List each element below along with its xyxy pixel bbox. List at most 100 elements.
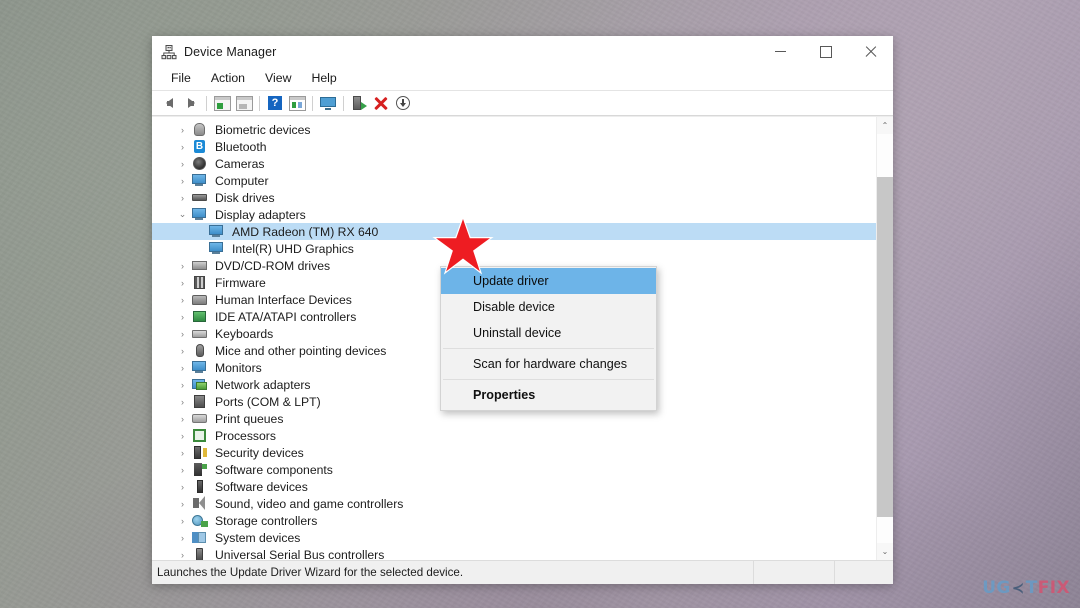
- help-button[interactable]: ?: [264, 93, 286, 114]
- chevron-right-icon[interactable]: ›: [174, 278, 191, 288]
- tree-node-label: Computer: [215, 173, 269, 188]
- tree-node[interactable]: Intel(R) UHD Graphics: [152, 240, 876, 257]
- toolbar: ?: [152, 91, 893, 116]
- context-menu-item[interactable]: Uninstall device: [441, 320, 656, 346]
- scrollbar-track[interactable]: [877, 134, 893, 543]
- show-hide-console-tree-button[interactable]: [211, 93, 233, 114]
- port-icon: [191, 394, 208, 409]
- context-menu-item[interactable]: Properties: [441, 382, 656, 408]
- window-title: Device Manager: [184, 44, 277, 59]
- tree-node[interactable]: › Sound, video and game controllers: [152, 495, 876, 512]
- context-menu-item[interactable]: Disable device: [441, 294, 656, 320]
- camera-icon: [191, 156, 208, 171]
- tree-node[interactable]: › B Bluetooth: [152, 138, 876, 155]
- status-bar: Launches the Update Driver Wizard for th…: [152, 560, 893, 584]
- chevron-right-icon[interactable]: ›: [174, 499, 191, 509]
- uninstall-device-button[interactable]: [370, 93, 392, 114]
- chevron-right-icon[interactable]: ›: [174, 414, 191, 424]
- properties-window-icon: [235, 95, 253, 111]
- chevron-right-icon[interactable]: ›: [174, 516, 191, 526]
- window-controls: [758, 36, 893, 67]
- security-device-icon: [191, 445, 208, 460]
- chevron-right-icon[interactable]: ›: [174, 261, 191, 271]
- chevron-right-icon[interactable]: ›: [174, 380, 191, 390]
- tree-node[interactable]: › Storage controllers: [152, 512, 876, 529]
- tree-node[interactable]: › Cameras: [152, 155, 876, 172]
- toolbar-separator: [343, 95, 344, 111]
- properties-icon: [288, 95, 306, 111]
- tree-node-label: Biometric devices: [215, 122, 311, 137]
- vertical-scrollbar[interactable]: ⌃ ⌄: [876, 117, 893, 560]
- chevron-right-icon[interactable]: ›: [174, 363, 191, 373]
- maximize-button[interactable]: [803, 36, 848, 67]
- forward-arrow-icon: [187, 98, 195, 108]
- tree-node[interactable]: › Security devices: [152, 444, 876, 461]
- context-menu-item[interactable]: Update driver: [441, 268, 656, 294]
- menu-help[interactable]: Help: [301, 69, 346, 88]
- minimize-button[interactable]: [758, 36, 803, 67]
- chevron-right-icon[interactable]: ›: [174, 312, 191, 322]
- menu-file[interactable]: File: [161, 69, 201, 88]
- chevron-down-icon[interactable]: ⌄: [174, 209, 191, 220]
- back-button[interactable]: [158, 93, 180, 114]
- chevron-right-icon[interactable]: ›: [174, 193, 191, 203]
- status-cell-3: [835, 561, 893, 584]
- tree-node-label: Cameras: [215, 156, 265, 171]
- tree-node[interactable]: › Software devices: [152, 478, 876, 495]
- update-driver-icon: [352, 96, 367, 110]
- chevron-right-icon[interactable]: ›: [174, 329, 191, 339]
- tree-node[interactable]: › System devices: [152, 529, 876, 546]
- tree-node[interactable]: › Universal Serial Bus controllers: [152, 546, 876, 560]
- bluetooth-icon: B: [194, 140, 205, 153]
- tree-node[interactable]: › Biometric devices: [152, 121, 876, 138]
- display-adapter-icon: [208, 241, 225, 256]
- scan-for-hardware-changes-button[interactable]: [317, 93, 339, 114]
- tree-node-label: Human Interface Devices: [215, 292, 352, 307]
- toolbar-separator: [312, 95, 313, 111]
- chevron-right-icon[interactable]: ›: [174, 448, 191, 458]
- usb-controller-icon: [191, 547, 208, 560]
- scrollbar-thumb[interactable]: [877, 177, 893, 517]
- tree-node[interactable]: AMD Radeon (TM) RX 640: [152, 223, 876, 240]
- scroll-up-button[interactable]: ⌃: [877, 117, 893, 134]
- tree-node-label: Monitors: [215, 360, 262, 375]
- chevron-right-icon[interactable]: ›: [174, 125, 191, 135]
- chevron-right-icon[interactable]: ›: [174, 482, 191, 492]
- properties-button[interactable]: [286, 93, 308, 114]
- chevron-right-icon[interactable]: ›: [174, 533, 191, 543]
- menu-view[interactable]: View: [255, 69, 301, 88]
- chevron-right-icon[interactable]: ›: [174, 142, 191, 152]
- tree-node[interactable]: › Disk drives: [152, 189, 876, 206]
- scroll-down-button[interactable]: ⌄: [877, 543, 893, 560]
- tree-node[interactable]: › Software components: [152, 461, 876, 478]
- chevron-right-icon[interactable]: ›: [174, 431, 191, 441]
- tree-node[interactable]: › Processors: [152, 427, 876, 444]
- chevron-right-icon[interactable]: ›: [174, 465, 191, 475]
- display-adapter-icon: [191, 207, 208, 222]
- close-button[interactable]: [848, 36, 893, 67]
- scan-for-hardware-changes-icon: [320, 96, 336, 110]
- tree-node[interactable]: ⌄ Display adapters: [152, 206, 876, 223]
- window-title-bar[interactable]: Device Manager: [152, 36, 893, 67]
- menu-action[interactable]: Action: [201, 69, 255, 88]
- chevron-right-icon[interactable]: ›: [174, 159, 191, 169]
- chevron-right-icon[interactable]: ›: [174, 397, 191, 407]
- chevron-right-icon[interactable]: ›: [174, 550, 191, 560]
- chevron-right-icon[interactable]: ›: [174, 295, 191, 305]
- tree-node[interactable]: › Computer: [152, 172, 876, 189]
- dvd-drive-icon: [191, 258, 208, 273]
- properties-window-button[interactable]: [233, 93, 255, 114]
- chevron-right-icon[interactable]: ›: [174, 176, 191, 186]
- disable-device-button[interactable]: [392, 93, 414, 114]
- uninstall-device-icon: [374, 96, 388, 110]
- minimize-icon: [775, 51, 786, 52]
- watermark-part3: FIX: [1037, 578, 1070, 598]
- tree-node-label: Firmware: [215, 275, 266, 290]
- update-driver-button[interactable]: [348, 93, 370, 114]
- context-menu-item[interactable]: Scan for hardware changes: [441, 351, 656, 377]
- watermark-part2: T: [1025, 578, 1038, 598]
- forward-button[interactable]: [180, 93, 202, 114]
- chevron-right-icon[interactable]: ›: [174, 346, 191, 356]
- context-menu[interactable]: Update driver Disable device Uninstall dev…: [440, 266, 657, 411]
- tree-node[interactable]: › Print queues: [152, 410, 876, 427]
